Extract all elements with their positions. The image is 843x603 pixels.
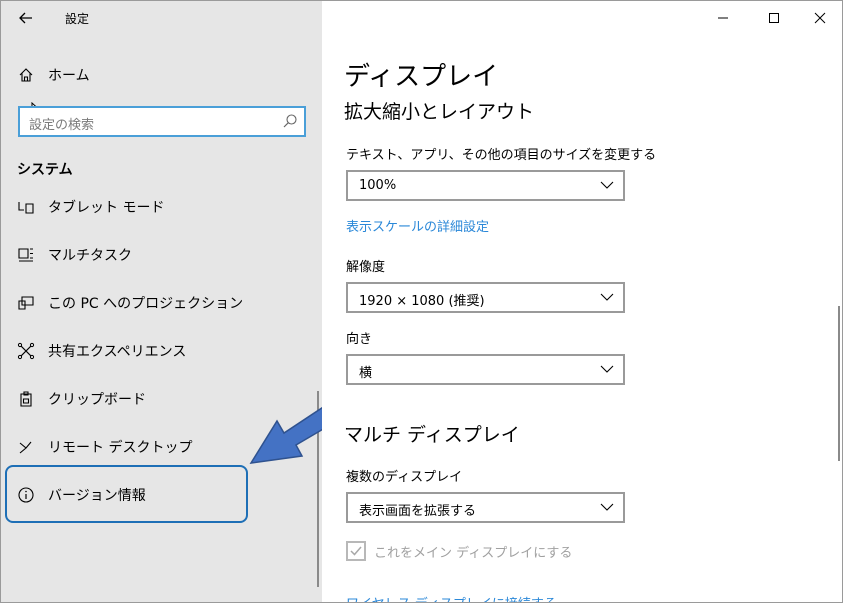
search-icon[interactable] (282, 113, 298, 129)
close-icon[interactable] (809, 7, 831, 29)
sidebar-item-label: クリップボード (48, 392, 146, 408)
dropdown-value: 100% (359, 178, 397, 193)
sidebar-item-projection[interactable]: この PC へのプロジェクション (1, 283, 322, 323)
checkmark-icon (350, 546, 362, 556)
remote-desktop-icon (17, 438, 35, 456)
multiple-displays-label: 複数のディスプレイ (346, 470, 463, 485)
sidebar-item-label: タブレット モード (48, 200, 165, 216)
scale-dropdown[interactable]: 100% (346, 170, 625, 201)
multitasking-icon (17, 246, 35, 264)
settings-window: 設定 ホーム 設定の検索 システム タブレット モード マルチタスク この PC… (0, 0, 843, 603)
chevron-down-icon (600, 181, 614, 189)
tablet-mode-icon (17, 198, 35, 216)
projection-icon (17, 294, 35, 312)
orientation-dropdown[interactable]: 横 (346, 354, 625, 385)
sidebar: 設定 ホーム 設定の検索 システム タブレット モード マルチタスク この PC… (1, 1, 322, 602)
sidebar-item-home[interactable]: ホーム (1, 55, 322, 95)
clipboard-icon (17, 390, 35, 408)
wireless-display-link[interactable]: ワイヤレス ディスプレイに接続する (346, 593, 557, 602)
shared-experiences-icon (17, 342, 35, 360)
sidebar-item-label: この PC へのプロジェクション (48, 296, 244, 312)
app-title: 設定 (65, 12, 90, 26)
main-scrollbar[interactable] (838, 306, 840, 461)
section-title-multi-display: マルチ ディスプレイ (344, 424, 520, 446)
resolution-dropdown[interactable]: 1920 × 1080 (推奨) (346, 282, 625, 313)
chevron-down-icon (600, 365, 614, 373)
chevron-down-icon (600, 293, 614, 301)
search-input[interactable]: 設定の検索 (18, 106, 306, 137)
multiple-displays-dropdown[interactable]: 表示画面を拡張する (346, 492, 625, 523)
search-placeholder: 設定の検索 (29, 118, 95, 133)
sidebar-item-multitasking[interactable]: マルチタスク (1, 235, 322, 275)
minimize-icon[interactable] (712, 7, 734, 29)
maximize-icon[interactable] (763, 7, 785, 29)
section-label: システム (17, 162, 73, 178)
sidebar-item-label: リモート デスクトップ (48, 440, 193, 456)
section-title-scale: 拡大縮小とレイアウト (344, 101, 535, 123)
sidebar-item-tablet-mode[interactable]: タブレット モード (1, 187, 322, 227)
scale-label: テキスト、アプリ、その他の項目のサイズを変更する (346, 148, 657, 163)
dropdown-value: 1920 × 1080 (推奨) (359, 294, 485, 309)
back-arrow-icon[interactable] (15, 7, 37, 29)
home-icon (17, 66, 35, 84)
main-display-checkbox[interactable] (346, 541, 366, 561)
dropdown-value: 表示画面を拡張する (359, 504, 477, 519)
highlight-box (5, 465, 248, 523)
advanced-scale-link[interactable]: 表示スケールの詳細設定 (346, 216, 489, 235)
dropdown-value: 横 (359, 366, 373, 381)
sidebar-item-label: ホーム (48, 68, 90, 84)
page-title: ディスプレイ (344, 62, 499, 92)
resolution-label: 解像度 (346, 260, 386, 275)
sidebar-item-label: マルチタスク (48, 248, 132, 264)
orientation-label: 向き (346, 332, 373, 347)
sidebar-item-shared-experiences[interactable]: 共有エクスペリエンス (1, 331, 322, 371)
main-display-checkbox-row[interactable]: これをメイン ディスプレイにする (346, 541, 572, 561)
chevron-down-icon (600, 503, 614, 511)
sidebar-item-label: 共有エクスペリエンス (48, 344, 187, 360)
main-panel: ディスプレイ 拡大縮小とレイアウト テキスト、アプリ、その他の項目のサイズを変更… (322, 1, 842, 602)
checkbox-label: これをメイン ディスプレイにする (374, 545, 573, 561)
